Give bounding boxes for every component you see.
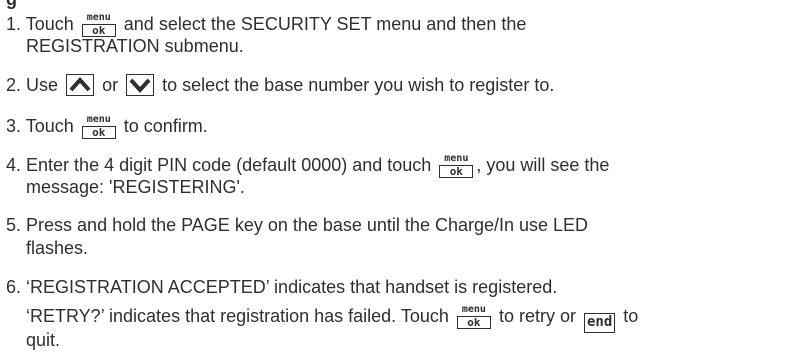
step-text: ‘RETRY?’ indicates that registration has… — [26, 306, 449, 326]
step-6-continuation: ‘RETRY?’ indicates that registration has… — [26, 304, 638, 333]
step-3: 3. Touch menu ok to confirm. — [6, 114, 208, 139]
step-text: to select the base number you wish to re… — [162, 75, 555, 95]
instruction-page: g 1. Touch menu ok and select the SECURI… — [0, 0, 797, 357]
step-number: 6. — [6, 277, 22, 297]
chevron-up-icon — [66, 74, 95, 96]
step-text: or — [102, 75, 119, 95]
step-6-continuation-2: quit. — [26, 330, 61, 350]
step-text: Touch — [25, 116, 74, 136]
step-number: 4. — [6, 155, 22, 175]
step-1-continuation: REGISTRATION submenu. — [26, 36, 244, 56]
step-text: to confirm. — [123, 116, 208, 136]
step-5: 5. Press and hold the PAGE key on the ba… — [6, 214, 588, 236]
step-4-continuation: message: 'REGISTERING'. — [26, 177, 245, 197]
step-text: and select the SECURITY SET menu and the… — [123, 14, 527, 34]
step-2: 2. Use or to select the base number you … — [6, 74, 554, 96]
step-text: ‘REGISTRATION ACCEPTED’ indicates that h… — [26, 277, 558, 297]
menu-ok-key-icon: menu ok — [456, 304, 491, 329]
step-5-continuation: flashes. — [26, 238, 89, 258]
chevron-down-icon — [126, 74, 155, 96]
step-number: 2. — [6, 75, 22, 95]
step-number: 5. — [6, 215, 22, 235]
step-1: 1. Touch menu ok and select the SECURITY… — [6, 12, 527, 37]
step-text: to — [623, 306, 639, 326]
step-text: Touch — [25, 14, 74, 34]
step-4: 4. Enter the 4 digit PIN code (default 0… — [6, 153, 610, 178]
end-key-icon: end — [583, 313, 616, 333]
step-text: to retry or — [498, 306, 576, 326]
step-text: Use — [26, 75, 59, 95]
step-text: , you will see the — [476, 155, 610, 175]
step-6: 6. ‘REGISTRATION ACCEPTED’ indicates tha… — [6, 276, 557, 298]
step-number: 1. — [6, 14, 22, 34]
step-text: Enter the 4 digit PIN code (default 0000… — [26, 155, 432, 175]
menu-ok-key-icon: menu ok — [81, 114, 116, 139]
step-text: Press and hold the PAGE key on the base … — [26, 215, 589, 235]
menu-ok-key-icon: menu ok — [81, 12, 116, 37]
menu-ok-key-icon: menu ok — [439, 153, 474, 178]
heading-fragment: g — [6, 0, 17, 10]
step-number: 3. — [6, 116, 22, 136]
